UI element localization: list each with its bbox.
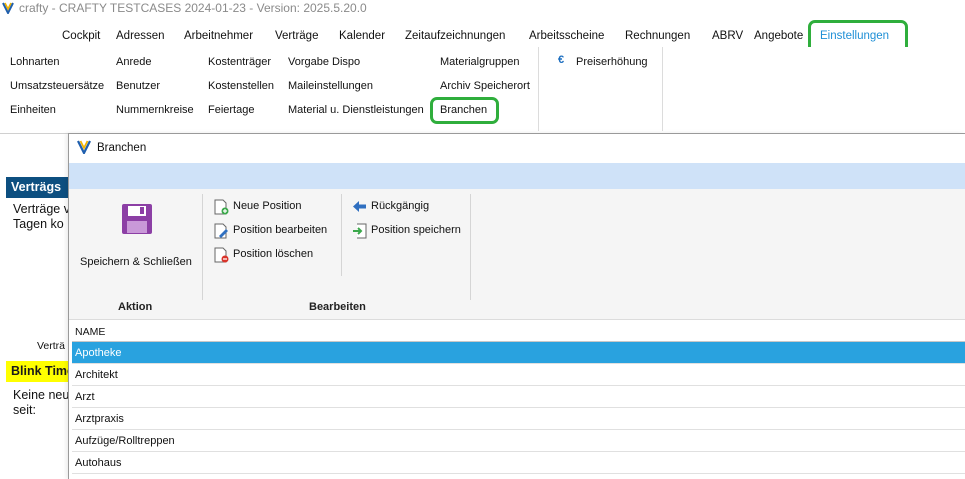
delete-position-label: Position löschen [233,248,314,260]
highlight-box-branchen [430,97,499,124]
menu-arbeitnehmer[interactable]: Arbeitnehmer [184,30,253,42]
dialog-title: Branchen [97,142,147,154]
new-position-label: Neue Position [233,200,302,212]
ribbon-maileinstellungen[interactable]: Maileinstellungen [288,80,373,92]
floppy-disk-icon [122,204,152,234]
edit-position-label: Position bearbeiten [233,224,328,236]
group-label-aktion: Aktion [118,301,153,313]
menu-kalender[interactable]: Kalender [339,30,385,42]
dialog-ribbon-strip [69,163,965,189]
ribbon-kostentraeger[interactable]: Kostenträger [208,56,271,68]
delete-position-button[interactable]: Position löschen [214,246,339,264]
save-position-button[interactable]: Position speichern [352,222,482,240]
toolbar-separator [341,194,342,276]
new-position-button[interactable]: Neue Position [214,198,339,216]
toolbar-separator [470,194,471,300]
save-position-label: Position speichern [371,224,461,236]
row-name-cell: Architekt [75,369,118,381]
blink-text-line2: seit: [13,403,36,417]
table-row[interactable]: Arztpraxis [72,408,965,430]
edit-position-button[interactable]: Position bearbeiten [214,222,339,240]
vertraege-text-line1: Verträge v [13,202,68,216]
blink-text-line1: Keine neu [13,388,68,402]
ribbon-nummernkreise[interactable]: Nummernkreise [116,104,194,116]
crafty-logo-icon [2,2,14,14]
dialog-toolbar: Speichern & Schließen Neue Position Posi… [69,189,965,320]
table-row[interactable]: Aufzüge/Rolltreppen [72,430,965,452]
ribbon-kostenstellen[interactable]: Kostenstellen [208,80,274,92]
column-header-name[interactable]: NAME [75,326,105,338]
edit-document-icon [214,223,228,239]
menu-rechnungen[interactable]: Rechnungen [625,30,690,42]
menu-arbeitsscheine[interactable]: Arbeitsscheine [529,30,604,42]
ribbon-preiserhoehung[interactable]: Preiserhöhung [576,56,648,68]
group-label-bearbeiten: Bearbeiten [309,301,366,313]
ribbon-separator [662,47,663,131]
menu-cockpit[interactable]: Cockpit [62,30,100,42]
vertraege-text-line2: Tagen ko [13,217,64,231]
arrow-left-icon [353,201,366,212]
row-name-cell: Aufzüge/Rolltreppen [75,435,175,447]
new-document-icon [214,199,229,215]
dialog-title-bar: Branchen [69,134,965,163]
ribbon-feiertage[interactable]: Feiertage [208,104,254,116]
menu-abrv[interactable]: ABRV [712,30,743,42]
save-close-button[interactable]: Speichern & Schließen [77,203,197,273]
menu-angebote[interactable]: Angebote [754,30,803,42]
delete-document-icon [214,247,229,263]
ribbon-material-dienstleistungen[interactable]: Material u. Dienstleistungen [288,104,424,116]
menu-zeitaufzeichnungen[interactable]: Zeitaufzeichnungen [405,30,505,42]
ribbon-separator [538,47,539,131]
row-name-cell: Arzt [75,391,95,403]
row-name-cell: Apotheke [75,347,122,359]
table-row[interactable]: Arzt [72,386,965,408]
ribbon-vorgabe-dispo[interactable]: Vorgabe Dispo [288,56,360,68]
branchen-dialog: Branchen Speichern & Schließen Neue Posi… [68,133,965,479]
crafty-logo-icon [77,140,91,154]
table-row[interactable]: Autohaus [72,452,965,474]
grid-header[interactable]: NAME [72,320,965,342]
window-title: crafty - CRAFTY TESTCASES 2024-01-23 - V… [19,1,367,15]
table-row[interactable]: Architekt [72,364,965,386]
section-header-blink-time: Blink Time [6,361,68,382]
table-row[interactable]: Apotheke [72,342,965,364]
menu-adressen[interactable]: Adressen [116,30,165,42]
section-header-vertraege: Verträgs [6,177,68,198]
menu-vertraege[interactable]: Verträge [275,30,318,42]
ribbon-umsatzsteuersaetze[interactable]: Umsatzsteuersätze [10,80,104,92]
ribbon-anrede[interactable]: Anrede [116,56,151,68]
undo-button[interactable]: Rückgängig [352,198,472,216]
ribbon-archiv-speicherort[interactable]: Archiv Speicherort [440,80,530,92]
undo-label: Rückgängig [371,200,430,212]
ribbon-benutzer[interactable]: Benutzer [116,80,160,92]
row-name-cell: Arztpraxis [75,413,124,425]
vertraege-label: Verträ [37,340,66,352]
ribbon-materialgruppen[interactable]: Materialgruppen [440,56,520,68]
euro-icon: € [558,54,565,66]
ribbon-einheiten[interactable]: Einheiten [10,104,56,116]
toolbar-separator [202,194,203,300]
save-close-label: Speichern & Schließen [80,256,192,268]
ribbon-lohnarten[interactable]: Lohnarten [10,56,60,68]
row-name-cell: Autohaus [75,457,122,469]
title-bar: crafty - CRAFTY TESTCASES 2024-01-23 - V… [0,0,965,18]
save-position-icon [353,223,367,239]
